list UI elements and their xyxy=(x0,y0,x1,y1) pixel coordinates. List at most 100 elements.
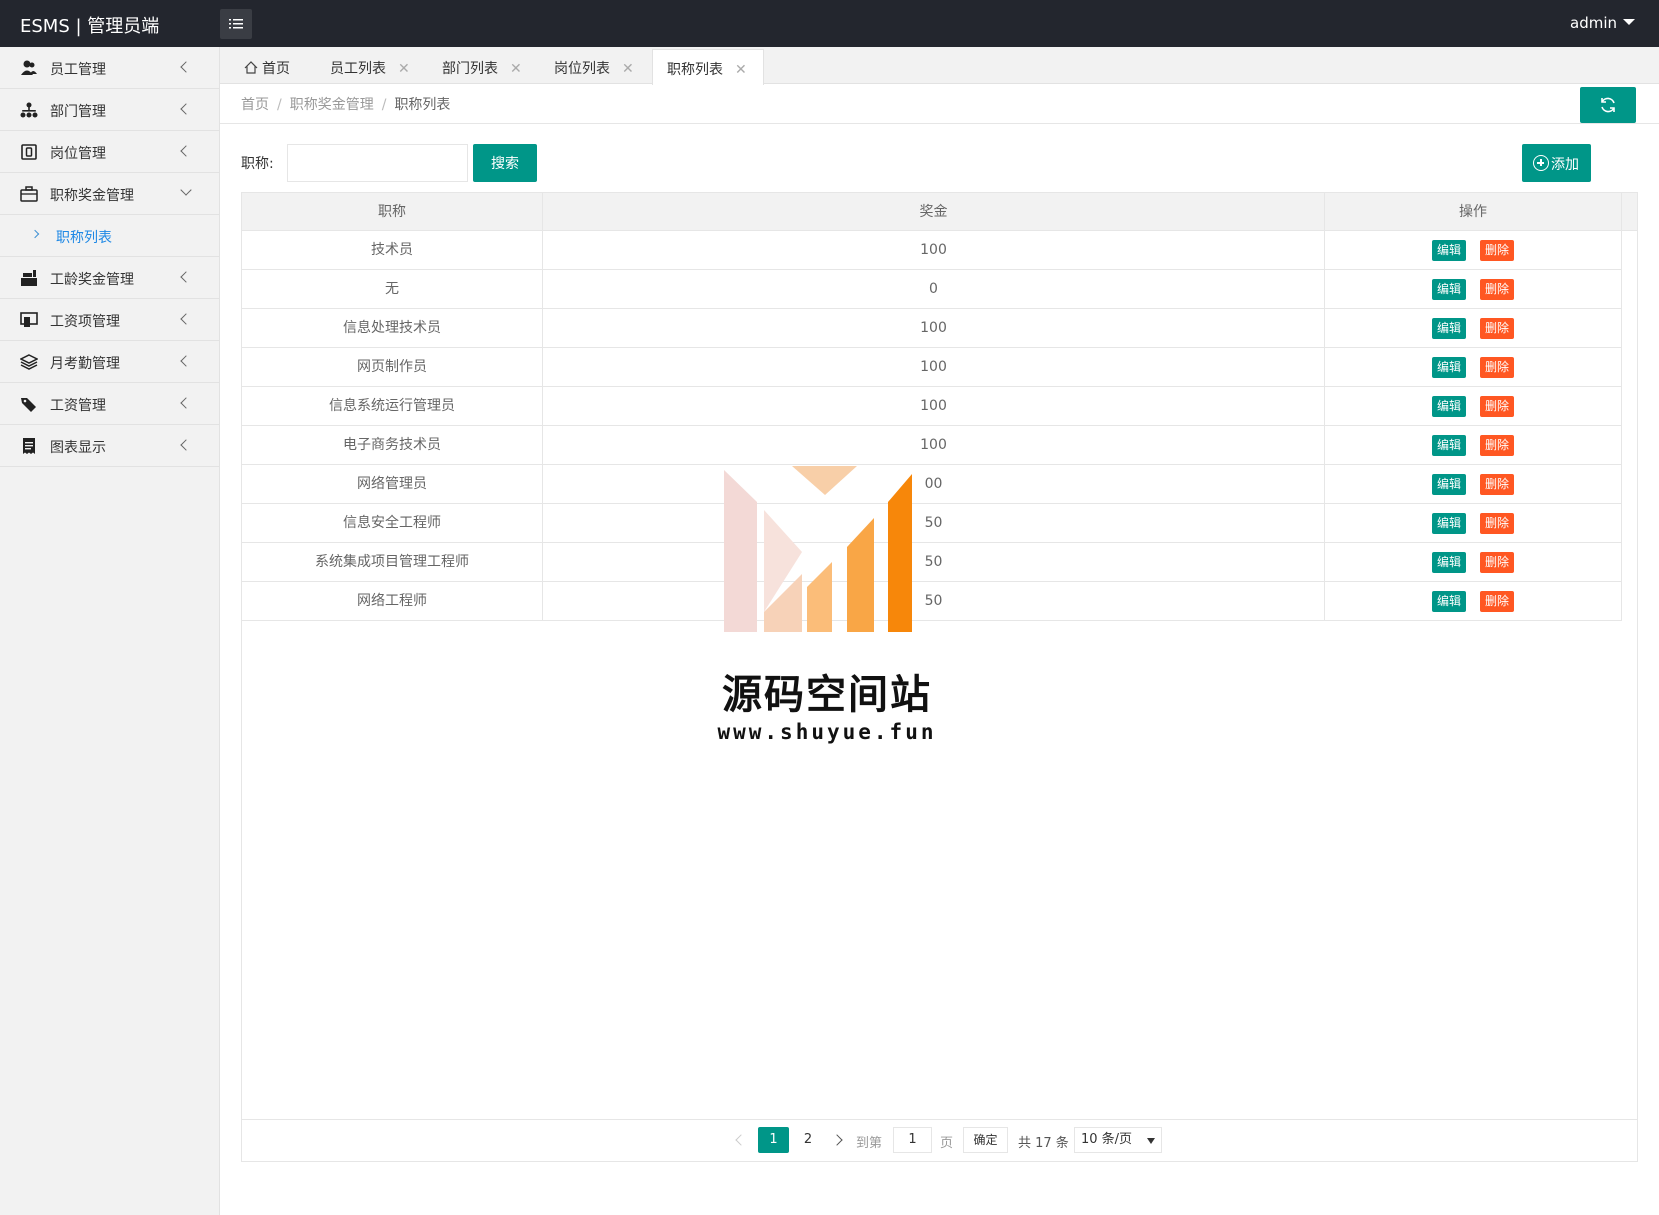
tab-label: 首页 xyxy=(262,61,290,77)
cell-title: 网络工程师 xyxy=(242,582,543,621)
table-row: 无 0 编辑 删除 xyxy=(242,270,1622,309)
page-suffix-label: 页 xyxy=(940,1136,954,1151)
delete-button[interactable]: 删除 xyxy=(1480,396,1514,417)
tab-label: 部门列表 xyxy=(442,61,498,77)
search-input[interactable] xyxy=(287,144,468,182)
breadcrumb-item[interactable]: 首页 xyxy=(241,97,269,113)
delete-button[interactable]: 删除 xyxy=(1480,435,1514,456)
edit-button[interactable]: 编辑 xyxy=(1432,435,1466,456)
menu-toggle-button[interactable] xyxy=(220,9,252,39)
tab-employee-list[interactable]: 员工列表 ✕ xyxy=(330,49,410,84)
close-icon[interactable]: ✕ xyxy=(398,61,410,77)
delete-button[interactable]: 删除 xyxy=(1480,357,1514,378)
username: admin xyxy=(1570,14,1617,32)
edit-button[interactable]: 编辑 xyxy=(1432,240,1466,261)
chevron-left-icon xyxy=(180,313,192,325)
list-icon xyxy=(229,19,243,29)
chevron-left-icon xyxy=(180,61,192,73)
chevron-left-icon xyxy=(180,145,192,157)
cell-title: 信息系统运行管理员 xyxy=(242,387,543,426)
edit-button[interactable]: 编辑 xyxy=(1432,279,1466,300)
cell-title: 信息处理技术员 xyxy=(242,309,543,348)
sidebar-item-label: 工资管理 xyxy=(50,398,106,414)
dropdown-arrow-icon xyxy=(1147,1138,1155,1144)
cell-actions: 编辑 删除 xyxy=(1325,348,1622,387)
edit-button[interactable]: 编辑 xyxy=(1432,357,1466,378)
table-row: 信息系统运行管理员 100 编辑 删除 xyxy=(242,387,1622,426)
column-header-title[interactable]: 职称 xyxy=(242,193,543,231)
receipt-icon xyxy=(23,438,35,454)
sidebar-item-departments[interactable]: 部门管理 xyxy=(0,89,219,131)
cell-bonus: 100 xyxy=(543,387,1325,426)
search-button[interactable]: 搜索 xyxy=(473,144,537,182)
close-icon[interactable]: ✕ xyxy=(622,61,634,77)
tab-title-list[interactable]: 职称列表 ✕ xyxy=(652,49,764,85)
watermark-url: www.shuyue.fun xyxy=(717,720,937,744)
page-size-select[interactable]: 10 条/页 xyxy=(1074,1127,1162,1153)
page-current[interactable]: 1 xyxy=(758,1127,789,1153)
cash-register-icon xyxy=(21,270,37,286)
sidebar-item-salary-items[interactable]: 工资项管理 xyxy=(0,299,219,341)
sidebar: 员工管理 部门管理 岗位管理 职称奖金管理 职称列表 工龄奖金管理 工资项管理 … xyxy=(0,47,220,1215)
cell-title: 信息安全工程师 xyxy=(242,504,543,543)
breadcrumb-item[interactable]: 职称奖金管理 xyxy=(290,97,374,113)
edit-button[interactable]: 编辑 xyxy=(1432,318,1466,339)
delete-button[interactable]: 删除 xyxy=(1480,513,1514,534)
sidebar-item-positions[interactable]: 岗位管理 xyxy=(0,131,219,173)
tab-home[interactable]: 首页 xyxy=(244,49,290,84)
users-icon xyxy=(21,60,37,75)
cell-title: 技术员 xyxy=(242,231,543,270)
sitemap-icon xyxy=(20,102,38,118)
chevron-left-icon xyxy=(180,355,192,367)
tab-department-list[interactable]: 部门列表 ✕ xyxy=(442,49,522,84)
table-header: 职称 奖金 操作 xyxy=(242,193,1637,231)
pagination: 1 2 到第 1 页 确定 共 17 条 10 条/页 xyxy=(242,1127,1637,1157)
table-row: 网页制作员 100 编辑 删除 xyxy=(242,348,1622,387)
tab-position-list[interactable]: 岗位列表 ✕ xyxy=(554,49,634,84)
cell-title: 网络管理员 xyxy=(242,465,543,504)
goto-page-input[interactable]: 1 xyxy=(893,1127,932,1153)
watermark-title: 源码空间站 xyxy=(722,672,932,718)
table-row: 技术员 100 编辑 删除 xyxy=(242,231,1622,270)
delete-button[interactable]: 删除 xyxy=(1480,240,1514,261)
edit-button[interactable]: 编辑 xyxy=(1432,396,1466,417)
cell-actions: 编辑 删除 xyxy=(1325,582,1622,621)
edit-button[interactable]: 编辑 xyxy=(1432,513,1466,534)
sidebar-item-title-bonus[interactable]: 职称奖金管理 xyxy=(0,173,219,215)
breadcrumb-current: 职称列表 xyxy=(394,97,451,113)
app-title: ESMS | 管理员端 xyxy=(20,16,160,37)
cell-actions: 编辑 删除 xyxy=(1325,504,1622,543)
sidebar-item-attendance[interactable]: 月考勤管理 xyxy=(0,341,219,383)
delete-button[interactable]: 删除 xyxy=(1480,279,1514,300)
tab-bar: 首页 员工列表 ✕ 部门列表 ✕ 岗位列表 ✕ 职称列表 ✕ xyxy=(220,47,1659,85)
sidebar-item-label: 岗位管理 xyxy=(50,146,106,162)
close-icon[interactable]: ✕ xyxy=(510,61,522,77)
delete-button[interactable]: 删除 xyxy=(1480,474,1514,495)
delete-button[interactable]: 删除 xyxy=(1480,591,1514,612)
divider xyxy=(220,123,1659,124)
tags-icon xyxy=(21,398,36,412)
sidebar-subitem-title-list[interactable]: 职称列表 xyxy=(0,215,219,257)
sidebar-item-charts[interactable]: 图表显示 xyxy=(0,425,219,467)
prev-page-icon[interactable] xyxy=(735,1134,747,1146)
refresh-button[interactable] xyxy=(1580,87,1636,123)
sidebar-item-employees[interactable]: 员工管理 xyxy=(0,47,219,89)
user-menu[interactable]: admin xyxy=(1570,14,1635,32)
sidebar-item-salary[interactable]: 工资管理 xyxy=(0,383,219,425)
edit-button[interactable]: 编辑 xyxy=(1432,591,1466,612)
edit-button[interactable]: 编辑 xyxy=(1432,552,1466,573)
badge-icon xyxy=(21,144,37,160)
close-icon[interactable]: ✕ xyxy=(735,62,747,78)
cell-actions: 编辑 删除 xyxy=(1325,387,1622,426)
goto-confirm-button[interactable]: 确定 xyxy=(963,1127,1008,1153)
column-header-bonus[interactable]: 奖金 xyxy=(543,193,1325,231)
add-button[interactable]: 添加 xyxy=(1522,144,1591,182)
cell-actions: 编辑 删除 xyxy=(1325,270,1622,309)
sidebar-subitem-label: 职称列表 xyxy=(56,230,112,246)
page-number[interactable]: 2 xyxy=(798,1127,818,1153)
sidebar-item-seniority-bonus[interactable]: 工龄奖金管理 xyxy=(0,257,219,299)
next-page-icon[interactable] xyxy=(831,1134,843,1146)
delete-button[interactable]: 删除 xyxy=(1480,318,1514,339)
delete-button[interactable]: 删除 xyxy=(1480,552,1514,573)
edit-button[interactable]: 编辑 xyxy=(1432,474,1466,495)
